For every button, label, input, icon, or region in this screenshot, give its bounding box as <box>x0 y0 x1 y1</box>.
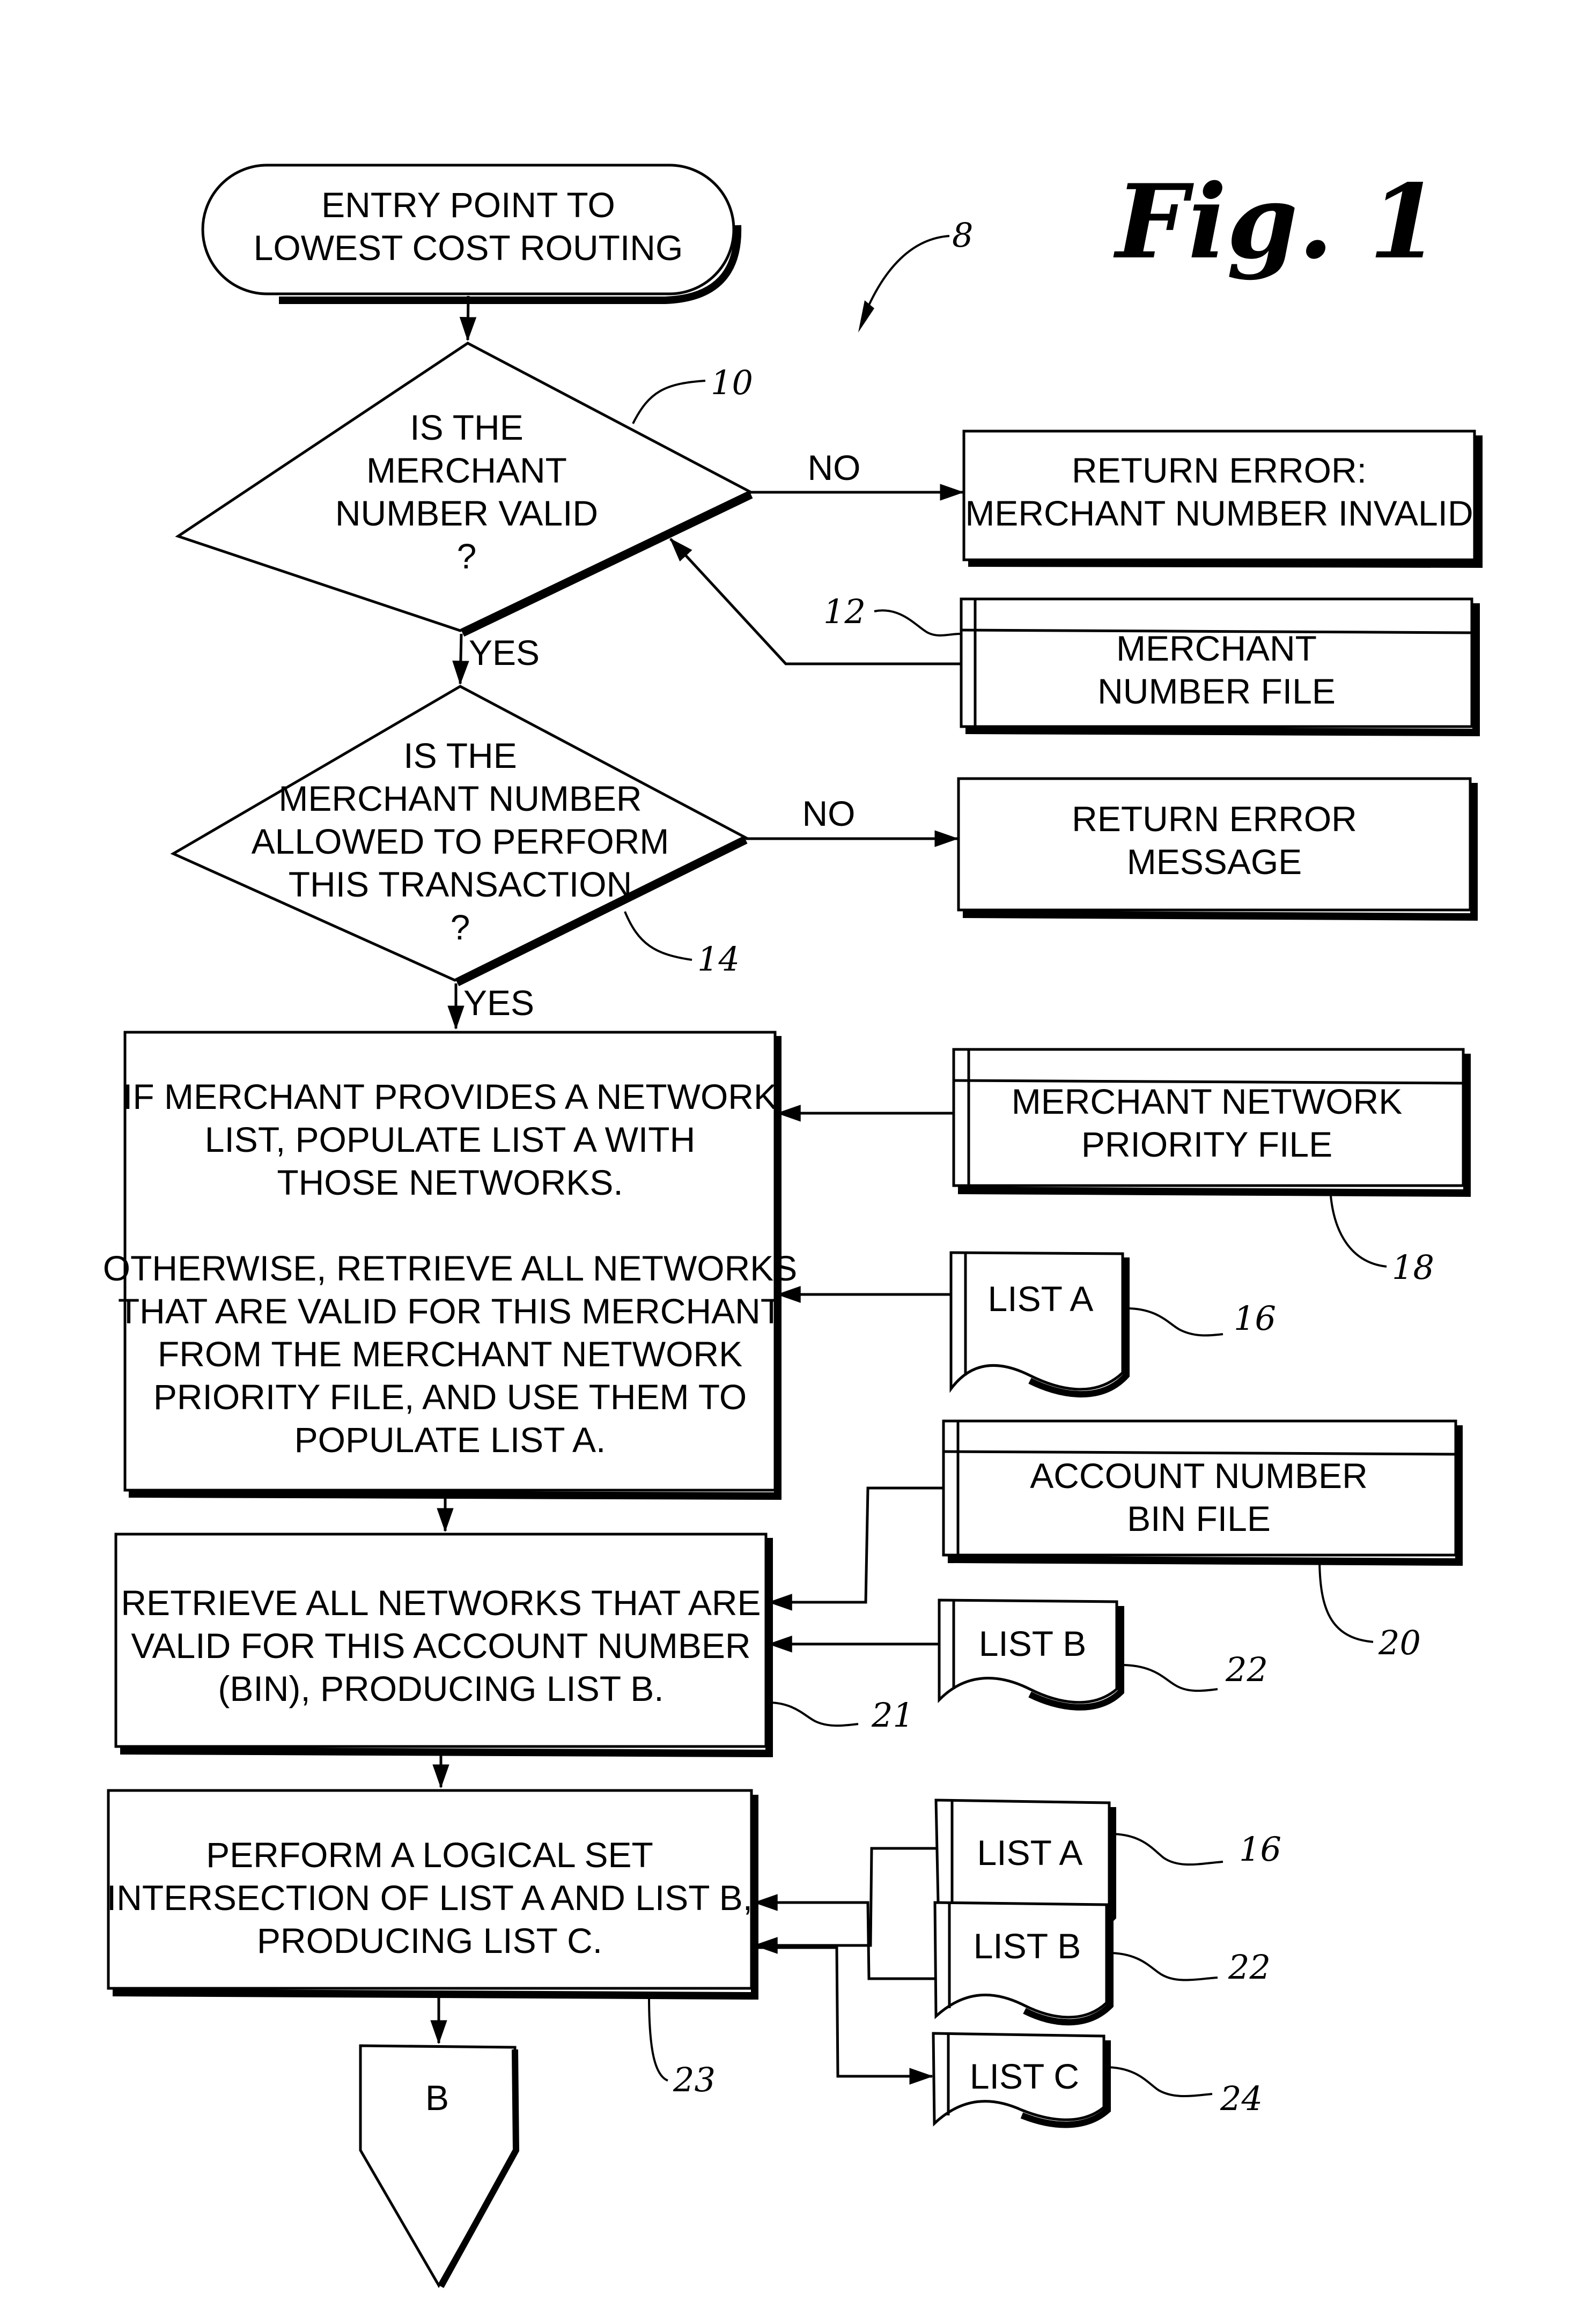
decision2-line-3: ALLOWED TO PERFORM <box>252 821 669 861</box>
process-c-line-2: INTERSECTION OF LIST A AND LIST B, <box>107 1878 753 1918</box>
decision1-line-1: IS THE <box>410 408 524 447</box>
list-c-ref-leader <box>1104 2066 1213 2097</box>
process-c-ref: 23 <box>673 2060 716 2099</box>
decision1-ref-leader <box>632 380 706 424</box>
decision-merchant-allowed: IS THE MERCHANT NUMBER ALLOWED TO PERFOR… <box>170 685 749 987</box>
list-c-label: LIST C <box>970 2056 1079 2096</box>
process-c-line-3: PRODUCING LIST C. <box>257 1921 602 1960</box>
arrow-decision1-yes <box>452 633 469 685</box>
merchant-number-file-line-2: NUMBER FILE <box>1097 671 1336 711</box>
list-b-label: LIST B <box>979 1624 1087 1663</box>
decision1-ref: 10 <box>711 363 753 402</box>
list-b-ref: 22 <box>1225 1650 1268 1689</box>
process-b-line-1: RETRIEVE ALL NETWORKS THAT ARE <box>121 1583 761 1623</box>
process-b-line-3: (BIN), PRODUCING LIST B. <box>218 1669 664 1708</box>
error2-line-1: RETURN ERROR <box>1072 799 1357 839</box>
process-a-line-1: IF MERCHANT PROVIDES A NETWORK <box>123 1077 777 1116</box>
merchant-network-priority-file: MERCHANT NETWORK PRIORITY FILE <box>952 1048 1471 1197</box>
decision2-no-label: NO <box>802 794 856 833</box>
figure-reference-leader <box>865 235 950 312</box>
merchant-number-file-ref: 12 <box>823 592 866 631</box>
list-a-document: LIST A <box>949 1251 1130 1398</box>
list-a-2-ref: 16 <box>1239 1830 1281 1869</box>
list-b-2-ref-leader <box>1108 1952 1218 1981</box>
figure-reference-numeral: 8 <box>952 216 973 255</box>
arrow-list-a-to-process-c <box>753 1847 936 1954</box>
list-b-document-2: LIST B <box>933 1901 1114 2026</box>
list-c-document: LIST C <box>932 2032 1111 2128</box>
bin-file-line-2: BIN FILE <box>1127 1499 1271 1538</box>
process-a-line-8: PRIORITY FILE, AND USE THEM TO <box>153 1377 747 1417</box>
list-c-ref: 24 <box>1220 2079 1263 2118</box>
process-produce-list-b: RETRIEVE ALL NETWORKS THAT ARE VALID FOR… <box>114 1533 773 1758</box>
process-b-line-2: VALID FOR THIS ACCOUNT NUMBER <box>131 1626 750 1666</box>
mnp-file-line-1: MERCHANT NETWORK <box>1012 1082 1402 1121</box>
decision1-yes-label: YES <box>469 633 540 672</box>
bin-file-ref: 20 <box>1378 1623 1421 1662</box>
list-b-ref-leader <box>1120 1664 1218 1692</box>
error-message-box: RETURN ERROR MESSAGE <box>957 777 1478 921</box>
arrow-process-c-to-list-c <box>755 1946 934 2085</box>
process-a-line-5: OTHERWISE, RETRIEVE ALL NETWORKS <box>103 1248 798 1288</box>
start-terminator: ENTRY POINT TO LOWEST COST ROUTING <box>201 164 742 304</box>
merchant-number-file: MERCHANT NUMBER FILE <box>960 597 1480 737</box>
decision1-line-3: NUMBER VALID <box>335 493 598 533</box>
decision-merchant-number-valid: IS THE MERCHANT NUMBER VALID ? <box>175 342 754 637</box>
mnp-file-ref: 18 <box>1392 1248 1434 1287</box>
decision2-line-1: IS THE <box>403 736 517 775</box>
mnp-file-line-2: PRIORITY FILE <box>1081 1124 1332 1164</box>
decision2-line-4: THIS TRANSACTION <box>289 864 632 904</box>
process-a-line-3: THOSE NETWORKS. <box>277 1163 623 1202</box>
arrow-bin-file-to-process-b <box>768 1486 943 1611</box>
process-b-ref-leader <box>768 1701 859 1727</box>
error1-line-2: MERCHANT NUMBER INVALID <box>965 493 1473 533</box>
figure-reference-arrow-icon <box>858 300 874 332</box>
process-c-line-1: PERFORM A LOGICAL SET <box>206 1835 653 1875</box>
error-merchant-number-invalid-box: RETURN ERROR: MERCHANT NUMBER INVALID <box>962 430 1483 568</box>
list-b-2-label: LIST B <box>974 1926 1081 1966</box>
process-b-ref: 21 <box>871 1696 914 1735</box>
list-a-2-ref-leader <box>1110 1833 1223 1866</box>
start-label-line-2: LOWEST COST ROUTING <box>254 228 683 268</box>
list-a-ref-leader <box>1126 1307 1223 1337</box>
decision1-line-2: MERCHANT <box>366 450 567 490</box>
process-a-line-2: LIST, POPULATE LIST A WITH <box>205 1120 696 1159</box>
process-set-intersection: PERFORM A LOGICAL SET INTERSECTION OF LI… <box>107 1789 758 2000</box>
list-b-document: LIST B <box>938 1598 1124 1711</box>
decision2-ref: 14 <box>697 939 740 979</box>
flowchart: Fig. 1 8 ENTRY POINT TO LOWEST COST ROUT… <box>103 162 1483 2289</box>
process-a-line-7: FROM THE MERCHANT NETWORK <box>158 1334 742 1374</box>
arrow-file-to-decision1 <box>669 538 961 665</box>
error1-line-1: RETURN ERROR: <box>1072 450 1367 490</box>
decision1-no-label: NO <box>808 448 861 487</box>
account-number-bin-file: ACCOUNT NUMBER BIN FILE <box>942 1419 1463 1566</box>
list-a-ref: 16 <box>1234 1299 1276 1338</box>
list-a-label: LIST A <box>988 1279 1094 1319</box>
process-c-ref-leader <box>648 1995 668 2082</box>
decision2-ref-leader <box>624 911 692 961</box>
merchant-number-file-ref-leader <box>874 609 961 637</box>
arrow-list-b-2-to-process-c <box>753 1894 935 1980</box>
process-a-line-6: THAT ARE VALID FOR THIS MERCHANT <box>118 1291 782 1331</box>
decision1-line-4: ? <box>457 536 477 576</box>
decision2-line-2: MERCHANT NUMBER <box>278 779 642 818</box>
process-a-line-9: POPULATE LIST A. <box>294 1420 606 1460</box>
error2-line-2: MESSAGE <box>1127 842 1302 882</box>
bin-file-line-1: ACCOUNT NUMBER <box>1030 1456 1367 1496</box>
offpage-connector-b: B <box>359 2044 520 2289</box>
connector-label: B <box>425 2078 449 2118</box>
start-label-line-1: ENTRY POINT TO <box>321 185 615 225</box>
bin-file-ref-leader <box>1318 1557 1374 1643</box>
list-b-2-ref: 22 <box>1228 1948 1271 1987</box>
decision2-line-5: ? <box>451 907 470 947</box>
figure-title: Fig. 1 <box>1113 162 1440 282</box>
process-populate-list-a: IF MERCHANT PROVIDES A NETWORK LIST, POP… <box>103 1031 798 1500</box>
list-a-2-label: LIST A <box>977 1833 1083 1872</box>
mnp-file-ref-leader <box>1329 1189 1387 1268</box>
merchant-number-file-line-1: MERCHANT <box>1116 628 1317 668</box>
decision2-yes-label: YES <box>463 983 534 1023</box>
